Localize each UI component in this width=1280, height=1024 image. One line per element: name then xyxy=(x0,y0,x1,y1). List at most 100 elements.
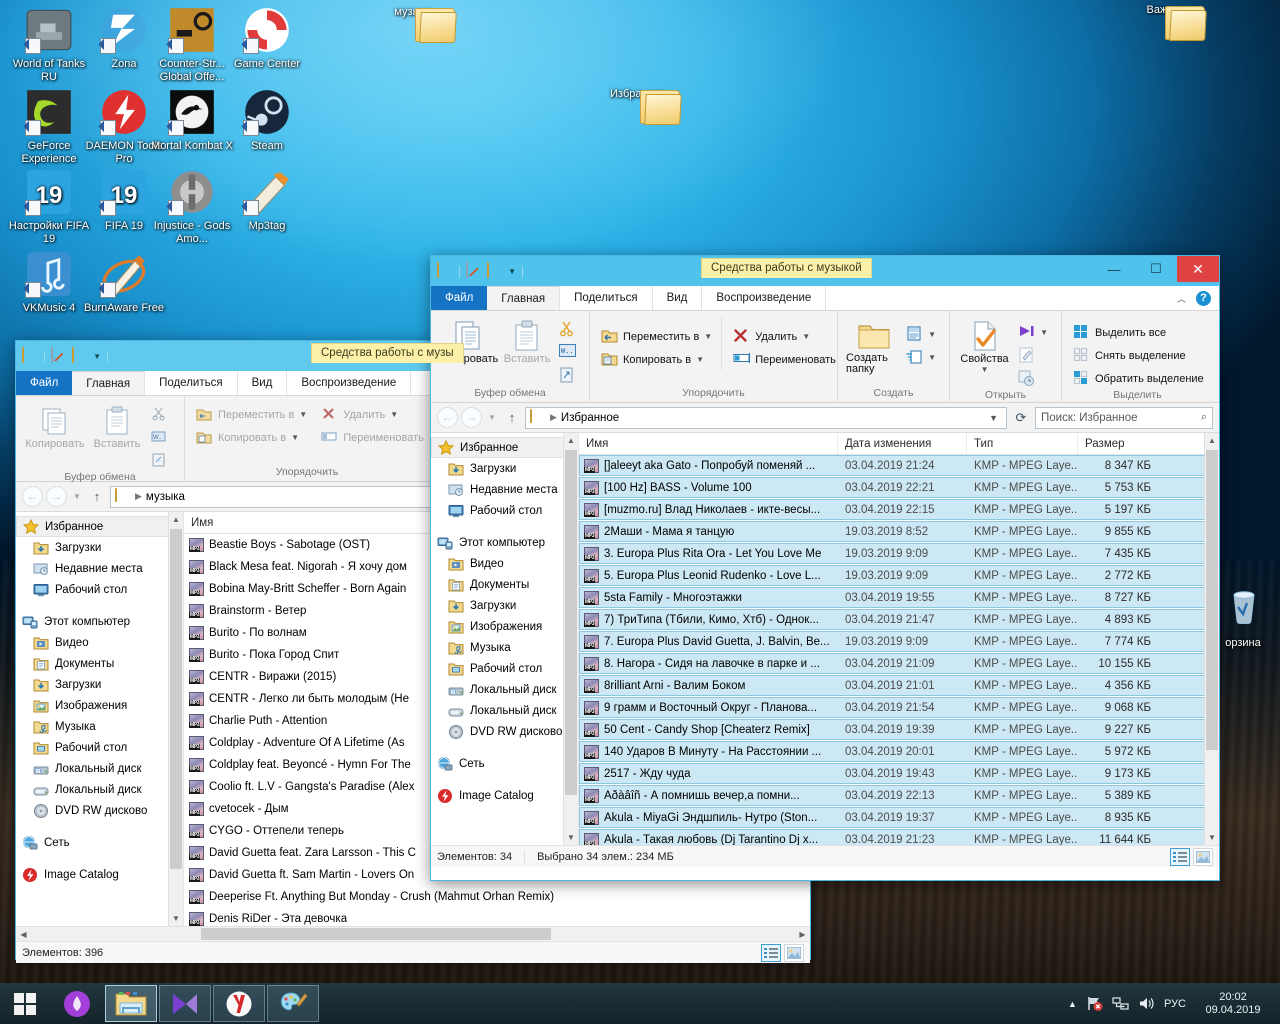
details-view-button[interactable] xyxy=(1170,847,1190,866)
forward-button-music[interactable]: → xyxy=(46,486,67,507)
nav-item-документы[interactable]: Документы xyxy=(16,653,183,674)
nav-item-видео[interactable]: Видео xyxy=(16,632,183,653)
window-controls-favorites[interactable]: — ☐ ✕ xyxy=(1093,256,1219,286)
desktop-icon-game-center[interactable]: Game Center xyxy=(224,6,310,71)
file-list-pane-favorites[interactable]: Имя Дата изменения Тип Размер []aleeyt a… xyxy=(579,433,1219,845)
nav-item-рабочий-стол[interactable]: Рабочий стол xyxy=(431,500,578,521)
move-to-button-music[interactable]: Переместить в ▼ xyxy=(193,404,312,425)
nav-scrollbar-music[interactable]: ▲ ▼ xyxy=(168,512,183,926)
copy-to-button[interactable]: Копировать в ▼ xyxy=(598,349,717,370)
nav-item-музыка[interactable]: Музыка xyxy=(431,637,578,658)
address-bar-favorites[interactable]: ← → ▼ ↑ ▶ Избранное ▼ ⟳ Поиск: Избранное… xyxy=(431,403,1219,433)
table-row[interactable]: 3. Europa Plus Rita Ora - Let You Love M… xyxy=(579,543,1219,564)
paste-shortcut-button-music[interactable] xyxy=(148,450,173,471)
properties-button[interactable]: Свойства ▼ xyxy=(958,316,1011,374)
chevron-down-icon[interactable]: ▼ xyxy=(696,355,704,364)
recent-locations-icon[interactable]: ▼ xyxy=(70,492,84,501)
tab-view-music[interactable]: Вид xyxy=(238,371,288,395)
nav-item-изображения[interactable]: Изображения xyxy=(16,695,183,716)
chevron-down-icon[interactable]: ▼ xyxy=(93,352,101,361)
table-row[interactable]: [muzmo.ru] Влад Николаев - икте-весы... 0… xyxy=(579,499,1219,520)
column-date-modified[interactable]: Дата изменения xyxy=(837,433,966,455)
nav-item-этот-компьютер[interactable]: Этот компьютер xyxy=(16,611,183,632)
desktop-icon-vkmusic-4[interactable]: VKMusic 4 xyxy=(6,250,92,315)
desktop-icon-geforce-experience[interactable]: GeForce Experience xyxy=(6,88,92,165)
ribbon-tab-right-icons[interactable]: ︿ ? xyxy=(1177,286,1219,310)
desktop-icon-steam[interactable]: Steam xyxy=(224,88,310,153)
desktop-folder-важно[interactable]: Важно xyxy=(1120,4,1207,41)
desktop-icon-injustice-gods-amo[interactable]: Injustice - Gods Amo... xyxy=(149,168,235,245)
new-item-button[interactable]: ▼ xyxy=(903,324,941,345)
thumbnail-view-button[interactable] xyxy=(1193,847,1213,866)
nav-list-favorites[interactable]: Избранное Загрузки Недавние места Рабочий с… xyxy=(431,437,578,806)
table-row[interactable]: [100 Hz] BASS - Volume 100 03.04.2019 22:… xyxy=(579,477,1219,498)
desktop-icon-world-of-tanks-ru[interactable]: World of Tanks RU xyxy=(6,6,92,83)
desktop-icon-mortal-kombat-x[interactable]: Mortal Kombat X xyxy=(149,88,235,153)
nav-item-рабочий-стол[interactable]: Рабочий стол xyxy=(16,579,183,600)
network-error-icon[interactable] xyxy=(1086,995,1103,1012)
table-row[interactable]: 9 грамм и Восточный Округ - Планова... 03… xyxy=(579,697,1219,718)
scroll-down-icon[interactable]: ▼ xyxy=(1205,830,1219,845)
nav-item-рабочий-стол[interactable]: Рабочий стол xyxy=(431,658,578,679)
nav-scrollbar-favorites[interactable]: ▲ ▼ xyxy=(563,433,578,845)
taskbar-button-explorer[interactable] xyxy=(105,985,157,1022)
nav-item-загрузки[interactable]: Загрузки xyxy=(16,537,183,558)
nav-item-недавние-места[interactable]: Недавние места xyxy=(431,479,578,500)
scroll-left-icon[interactable]: ◀ xyxy=(16,930,31,939)
table-row[interactable]: 7. Europa Plus David Guetta, J. Balvin, … xyxy=(579,631,1219,652)
explorer-window-favorites[interactable]: | ▼ | Избранное Средства работы с музыко… xyxy=(430,255,1220,881)
properties-icon[interactable] xyxy=(51,347,67,364)
nav-item-музыка[interactable]: Музыка xyxy=(16,716,183,737)
table-row[interactable]: 50 Cent - Candy Shop [Cheaterz Remix] 03.… xyxy=(579,719,1219,740)
table-row[interactable]: 2Маши - Мама я танцую 19.03.2019 8:52 KMP … xyxy=(579,521,1219,542)
up-button-music[interactable]: ↑ xyxy=(87,489,107,504)
back-button-music[interactable]: ← xyxy=(22,486,43,507)
scroll-up-icon[interactable]: ▲ xyxy=(169,512,183,527)
column-name[interactable]: Имя xyxy=(579,433,837,455)
cut-button-music[interactable] xyxy=(148,404,173,425)
breadcrumb-dropdown-icon[interactable]: ▼ xyxy=(985,413,1002,423)
delete-button-music[interactable]: Удалить ▼ xyxy=(318,404,429,425)
nav-item-этот-компьютер[interactable]: Этот компьютер xyxy=(431,532,578,553)
column-size[interactable]: Размер xyxy=(1077,433,1157,455)
nav-item-документы[interactable]: Документы xyxy=(431,574,578,595)
cut-button[interactable] xyxy=(556,319,581,340)
quick-access-toolbar-favorites[interactable]: | ▼ | xyxy=(431,262,524,279)
nav-scroll-thumb[interactable] xyxy=(565,450,577,795)
language-indicator[interactable]: РУС xyxy=(1164,998,1186,1010)
close-button[interactable]: ✕ xyxy=(1177,256,1219,282)
nav-item-рабочий-стол[interactable]: Рабочий стол xyxy=(16,737,183,758)
tab-home-music[interactable]: Главная xyxy=(72,371,146,395)
new-folder-icon[interactable] xyxy=(487,262,503,279)
start-button[interactable] xyxy=(0,983,50,1024)
table-row[interactable]: Akula - Такая любовь (Dj Tarantino Dj x.… xyxy=(579,829,1219,845)
nav-item-избранное[interactable]: Избранное xyxy=(431,437,578,458)
new-folder-icon[interactable] xyxy=(72,347,88,364)
scroll-up-icon[interactable]: ▲ xyxy=(1205,433,1219,448)
system-tray[interactable]: ▲ РУС 20:02 09.04.2019 xyxy=(1068,991,1280,1017)
table-row[interactable]: 7) ТриТипа (Тбили, Кимо, Хтб) - Однок...… xyxy=(579,609,1219,630)
chevron-down-icon[interactable]: ▼ xyxy=(704,332,712,341)
taskbar-button-media-player[interactable] xyxy=(159,985,211,1022)
tab-file-favorites[interactable]: Файл xyxy=(431,286,488,310)
table-row[interactable]: Denis RiDer - Эта девочка xyxy=(184,908,810,926)
nav-item-dvd-rw-дисково[interactable]: DVD RW дисково xyxy=(16,800,183,821)
tab-share-music[interactable]: Поделиться xyxy=(145,371,238,395)
tab-home-favorites[interactable]: Главная xyxy=(487,286,561,310)
view-buttons-favorites[interactable] xyxy=(1170,847,1213,866)
nav-item-dvd-rw-дисково[interactable]: DVD RW дисково xyxy=(431,721,578,742)
nav-item-локальный-диск[interactable]: Локальный диск xyxy=(16,779,183,800)
select-all-button[interactable]: Выделить все xyxy=(1070,322,1209,343)
nav-item-загрузки[interactable]: Загрузки xyxy=(16,674,183,695)
nav-item-сеть[interactable]: Сеть xyxy=(431,753,578,774)
nav-item-сеть[interactable]: Сеть xyxy=(16,832,183,853)
desktop-icon-настройки-fifa-19[interactable]: 19 Настройки FIFA 19 xyxy=(6,168,92,245)
paste-button-music[interactable]: Вставить xyxy=(86,401,148,450)
rename-button-music[interactable]: Переименовать xyxy=(318,427,429,448)
table-row[interactable]: 5. Europa Plus Leonid Rudenko - Love L..… xyxy=(579,565,1219,586)
recent-locations-icon[interactable]: ▼ xyxy=(485,413,499,422)
quick-access-toolbar-music[interactable]: | ▼ | xyxy=(16,347,109,364)
search-input[interactable]: Поиск: Избранное ⌕ xyxy=(1035,406,1213,429)
column-type[interactable]: Тип xyxy=(966,433,1077,455)
chevron-down-icon[interactable]: ▼ xyxy=(802,332,810,341)
